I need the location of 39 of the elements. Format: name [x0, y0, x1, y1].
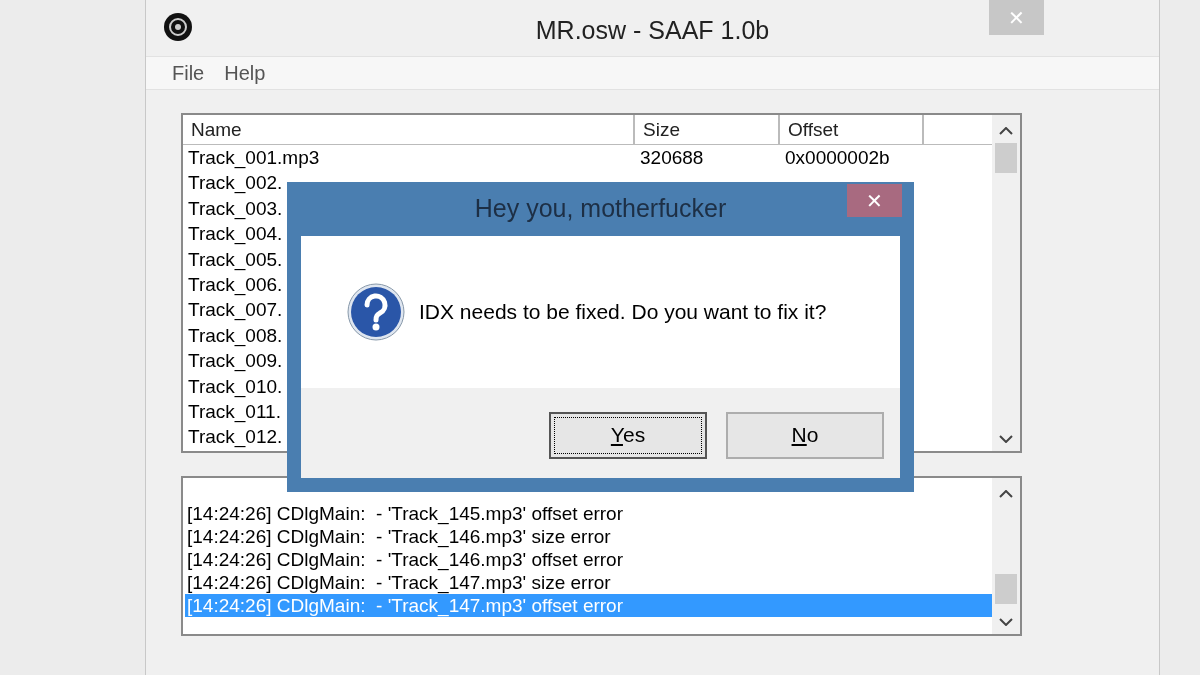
column-header[interactable]: Size — [635, 115, 780, 144]
scroll-thumb[interactable] — [995, 143, 1017, 173]
scroll-down-icon[interactable] — [999, 435, 1013, 443]
dialog-message: IDX needs to be fixed. Do you want to fix it? — [419, 299, 827, 326]
table-cell: Track_003. — [188, 197, 283, 219]
log-line[interactable]: [14:24:26] CDlgMain: - 'Track_147.mp3' size error — [185, 571, 992, 594]
window-title: MR.osw - SAAF 1.0b — [535, 15, 770, 46]
table-cell: Track_006. — [188, 273, 283, 295]
table-cell: Track_007. — [188, 299, 283, 321]
scroll-up-icon[interactable] — [999, 490, 1013, 498]
table-cell: Track_012. — [188, 426, 283, 448]
dialog-title: Hey you, motherfucker — [474, 193, 727, 225]
log-line[interactable]: [14:24:26] CDlgMain: - 'Track_146.mp3' size error — [185, 525, 992, 548]
table-cell: Track_004. — [188, 223, 283, 245]
menu-item[interactable]: Help — [224, 58, 266, 88]
column-header[interactable]: Offset — [780, 115, 924, 144]
table-cell: Track_002. — [188, 172, 283, 194]
scroll-thumb[interactable] — [995, 574, 1017, 604]
table-cell: Track_001.mp3 — [188, 147, 320, 168]
table-cell: 0x0000002b — [785, 147, 890, 168]
table-cell: Track_010. — [188, 375, 283, 397]
menu-item[interactable]: File — [172, 58, 205, 88]
scroll-up-icon[interactable] — [999, 127, 1013, 135]
disc-icon — [163, 12, 193, 42]
table-cell: Track_009. — [188, 350, 283, 372]
table-cell: 320688 — [640, 147, 704, 168]
scrollbar[interactable] — [992, 115, 1020, 451]
scroll-down-icon[interactable] — [999, 618, 1013, 626]
log-line[interactable]: [14:24:26] CDlgMain: - 'Track_146.mp3' offset error — [185, 548, 992, 571]
table-cell: Track_011. — [188, 400, 281, 422]
close-button[interactable]: ✕ — [847, 184, 902, 217]
column-header[interactable]: Name — [183, 115, 635, 144]
dialog-button[interactable]: Yes — [549, 411, 707, 459]
scrollbar[interactable] — [992, 478, 1020, 634]
dialog-button[interactable]: No — [726, 411, 884, 459]
table-cell: Track_005. — [188, 248, 283, 270]
log-line[interactable]: [14:24:26] CDlgMain: - 'Track_145.mp3' offset error — [185, 502, 992, 525]
question-icon — [347, 283, 405, 341]
table-cell: Track_008. — [188, 324, 283, 346]
